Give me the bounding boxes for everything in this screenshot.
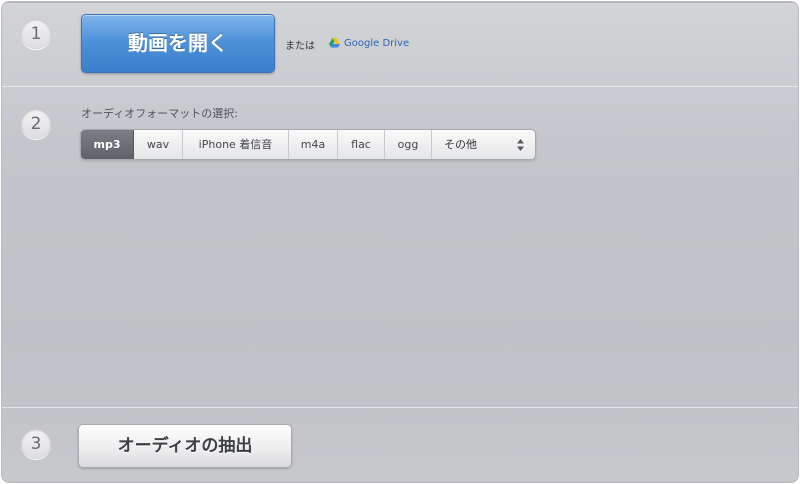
extract-audio-button[interactable]: オーディオの抽出 [78, 424, 292, 468]
step-extract-audio: 3 オーディオの抽出 [2, 408, 798, 482]
google-drive-link[interactable]: Google Drive [329, 36, 409, 50]
up-down-arrows-icon [517, 139, 524, 151]
converter-panel: 1 動画を開く または Google Drive 2 オーディオフォーマットの選… [1, 1, 799, 483]
google-drive-label: Google Drive [344, 37, 410, 49]
format-label: オーディオフォーマットの選択: [81, 107, 238, 120]
format-option-m4a[interactable]: m4a [289, 130, 338, 159]
format-option-iphone-ringtone[interactable]: iPhone 着信音 [183, 130, 289, 159]
format-option-wav[interactable]: wav [134, 130, 183, 159]
format-selector: mp3 wav iPhone 着信音 m4a flac ogg その他 [80, 129, 536, 160]
or-text: または [285, 41, 315, 52]
step-number-2: 2 [21, 109, 51, 139]
other-format-select[interactable]: その他 [432, 130, 535, 159]
step-open-video: 1 動画を開く または Google Drive [2, 2, 798, 87]
format-option-ogg[interactable]: ogg [385, 130, 432, 159]
google-drive-icon [329, 38, 340, 48]
format-option-flac[interactable]: flac [338, 130, 385, 159]
step-number-3: 3 [21, 429, 51, 459]
format-option-mp3[interactable]: mp3 [81, 130, 134, 159]
open-video-button[interactable]: 動画を開く [81, 14, 275, 73]
other-format-label: その他 [444, 138, 477, 151]
step-select-format: 2 オーディオフォーマットの選択: mp3 wav iPhone 着信音 m4a… [2, 87, 798, 408]
step-number-1: 1 [21, 19, 51, 49]
